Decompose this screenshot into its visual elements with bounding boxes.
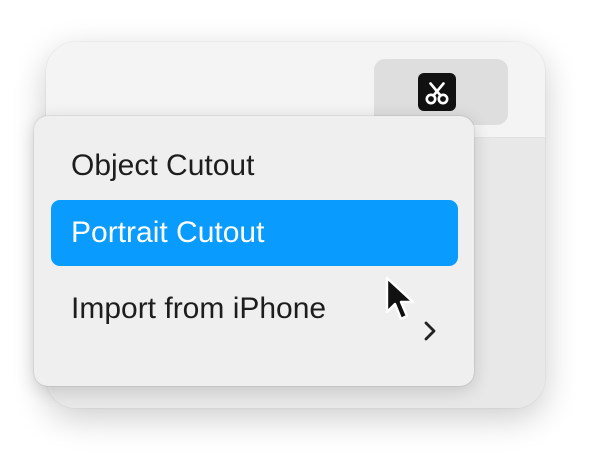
cutout-dropdown-menu: Object Cutout Portrait Cutout Import fro…	[34, 116, 474, 386]
menu-item-object-cutout[interactable]: Object Cutout	[51, 133, 458, 199]
mouse-pointer-icon	[383, 276, 417, 322]
screenshot-stage: Object Cutout Portrait Cutout Import fro…	[0, 0, 590, 453]
scissors-icon	[418, 73, 456, 111]
menu-item-portrait-cutout[interactable]: Portrait Cutout	[51, 200, 458, 266]
chevron-right-icon	[420, 299, 440, 341]
menu-item-label: Import from iPhone	[71, 292, 327, 325]
